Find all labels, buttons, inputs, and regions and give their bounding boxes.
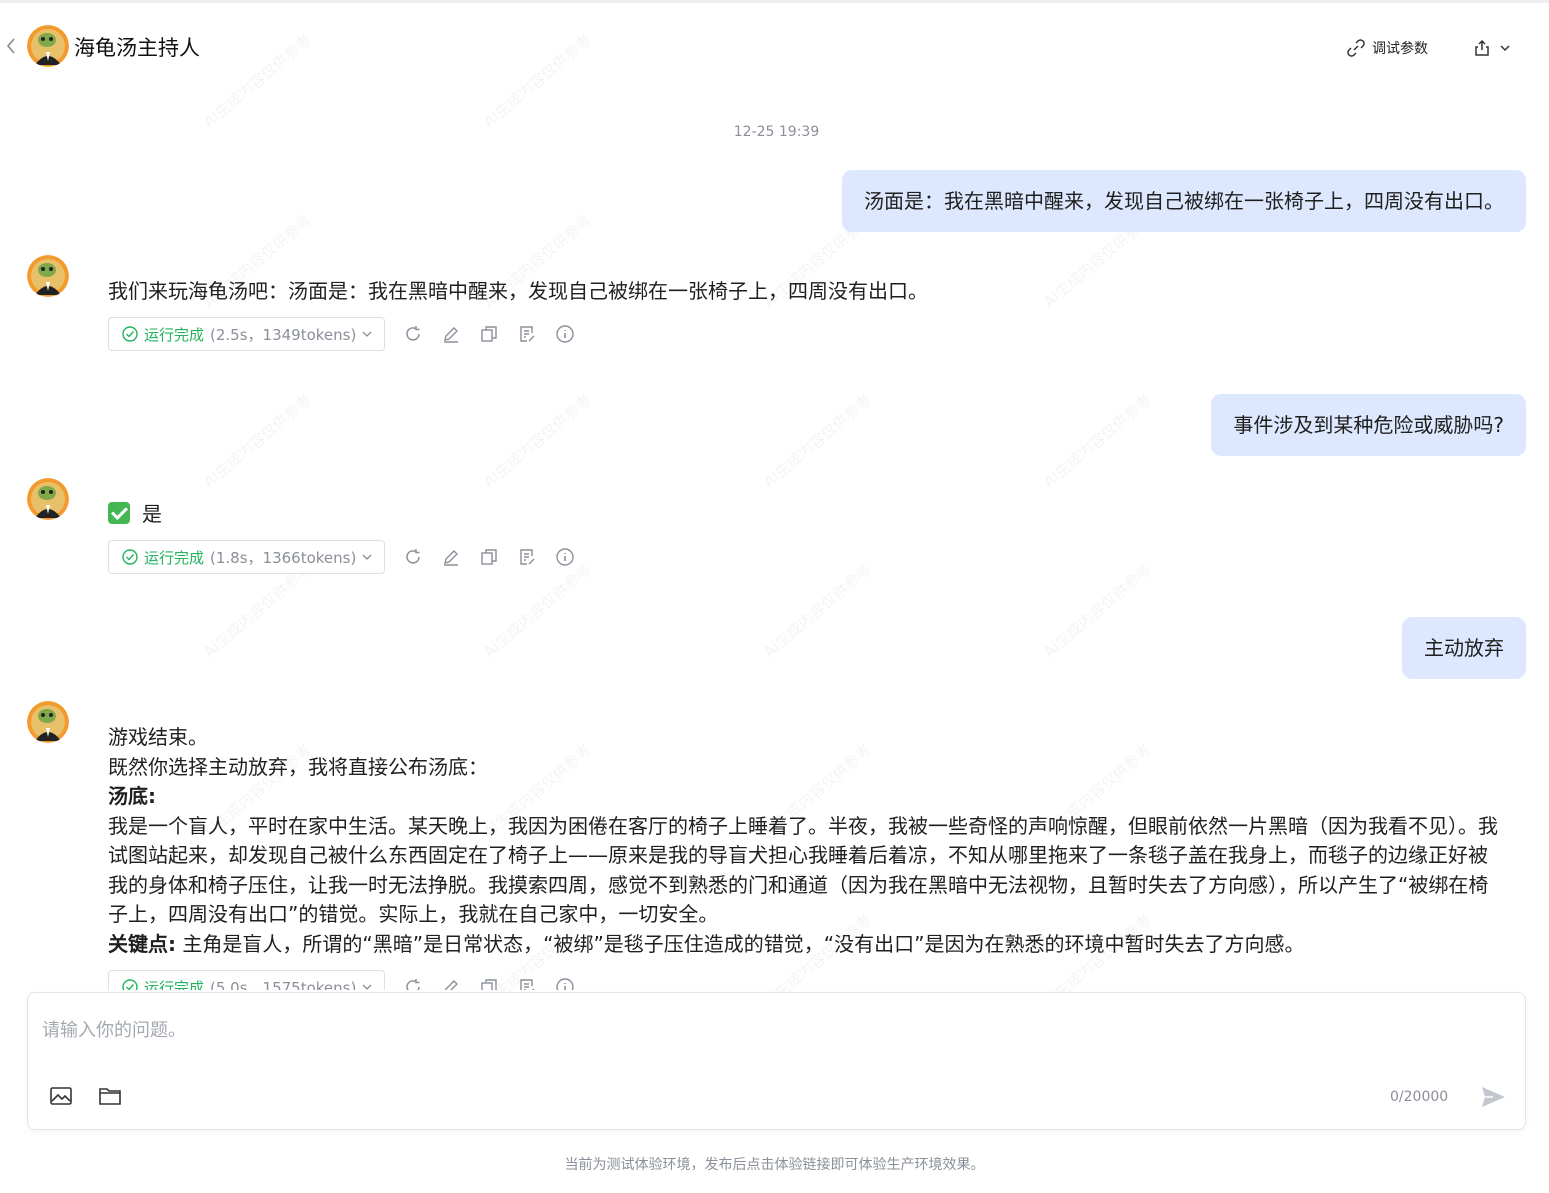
check-circle-icon bbox=[122, 326, 138, 342]
image-icon bbox=[50, 1087, 72, 1105]
chevron-down-icon bbox=[362, 331, 372, 337]
check-circle-icon bbox=[122, 979, 138, 990]
run-status-dropdown[interactable]: 运行完成 (5.0s，1575tokens) bbox=[108, 970, 386, 991]
run-status-meta: (1.8s，1366tokens) bbox=[210, 548, 357, 567]
note-button[interactable] bbox=[517, 547, 537, 567]
message-timestamp: 12-25 19:39 bbox=[733, 124, 820, 140]
chat-header: 海龟汤主持人 调试参数 bbox=[0, 20, 1549, 76]
run-status-dropdown[interactable]: 运行完成 (2.5s，1349tokens) bbox=[108, 317, 386, 351]
char-counter: 0/20000 bbox=[1390, 1089, 1449, 1105]
copy-button[interactable] bbox=[479, 977, 499, 990]
copy-button[interactable] bbox=[479, 324, 499, 344]
bot-message: 是 bbox=[108, 500, 1498, 530]
turtle-host-avatar-icon bbox=[27, 255, 69, 297]
copy-button[interactable] bbox=[479, 547, 499, 567]
regenerate-button[interactable] bbox=[403, 324, 423, 344]
chat-area[interactable]: 汤面是：我在黑暗中醒来，发现自己被绑在一张椅子上，四周没有出口。 我们来玩海龟汤… bbox=[0, 160, 1549, 990]
bot-message: 游戏结束。 既然你选择主动放弃，我将直接公布汤底： 汤底: 我是一个盲人，平时在… bbox=[108, 723, 1498, 959]
refresh-icon bbox=[406, 979, 421, 990]
check-circle-icon bbox=[122, 549, 138, 565]
copy-icon bbox=[481, 326, 498, 342]
run-status-label: 运行完成 bbox=[144, 978, 205, 991]
document-edit-icon bbox=[520, 549, 535, 565]
copy-icon bbox=[481, 979, 498, 990]
user-message: 主动放弃 bbox=[1402, 617, 1526, 679]
turtle-host-avatar-icon bbox=[27, 701, 69, 743]
link-icon bbox=[1347, 39, 1365, 57]
bot-heading-text: 汤底: bbox=[108, 784, 156, 808]
edit-button[interactable] bbox=[441, 547, 461, 567]
run-status-label: 运行完成 bbox=[144, 548, 205, 567]
bot-keypoint: 关键点: 主角是盲人，所谓的“黑暗”是日常状态，“被绑”是毯子压住造成的错觉，“… bbox=[108, 930, 1498, 960]
bot-heading: 汤底: bbox=[108, 782, 1498, 812]
bot-line: 游戏结束。 bbox=[108, 725, 208, 749]
message-actions: 运行完成 (5.0s，1575tokens) bbox=[108, 969, 575, 990]
bot-avatar bbox=[27, 25, 69, 67]
refresh-icon bbox=[406, 549, 421, 564]
regenerate-button[interactable] bbox=[403, 977, 423, 990]
send-button[interactable] bbox=[1479, 1083, 1507, 1111]
message-actions: 运行完成 (2.5s，1349tokens) bbox=[108, 316, 575, 352]
regenerate-button[interactable] bbox=[403, 547, 423, 567]
turtle-host-avatar-icon bbox=[27, 478, 69, 520]
edit-button[interactable] bbox=[441, 324, 461, 344]
run-status-label: 运行完成 bbox=[144, 325, 205, 344]
bot-message: 我们来玩海龟汤吧：汤面是：我在黑暗中醒来，发现自己被绑在一张椅子上，四周没有出口… bbox=[108, 279, 928, 303]
check-mark-icon bbox=[108, 502, 130, 524]
chevron-down-icon bbox=[362, 554, 372, 560]
chevron-down-icon bbox=[1500, 45, 1510, 52]
user-message: 事件涉及到某种危险或威胁吗? bbox=[1211, 394, 1526, 456]
share-dropdown-button[interactable] bbox=[1473, 36, 1511, 60]
document-edit-icon bbox=[520, 979, 535, 990]
bot-answer-text: 是 bbox=[142, 502, 162, 526]
note-button[interactable] bbox=[517, 977, 537, 990]
run-status-dropdown[interactable]: 运行完成 (1.8s，1366tokens) bbox=[108, 540, 386, 574]
share-icon bbox=[1475, 39, 1489, 56]
bot-avatar bbox=[27, 255, 69, 297]
upload-file-button[interactable] bbox=[98, 1085, 122, 1107]
message-composer: 0/20000 bbox=[27, 992, 1526, 1130]
edit-icon bbox=[444, 550, 459, 566]
turtle-host-avatar-icon bbox=[27, 25, 69, 67]
refresh-icon bbox=[406, 326, 421, 341]
copy-icon bbox=[481, 549, 498, 565]
debug-params-button[interactable]: 调试参数 bbox=[1347, 36, 1428, 60]
info-button[interactable] bbox=[555, 324, 575, 344]
upload-image-button[interactable] bbox=[49, 1085, 73, 1107]
info-button[interactable] bbox=[555, 977, 575, 990]
debug-params-label: 调试参数 bbox=[1372, 41, 1428, 57]
chevron-left-icon bbox=[6, 38, 15, 54]
edit-icon bbox=[444, 327, 459, 343]
info-button[interactable] bbox=[555, 547, 575, 567]
edit-icon bbox=[445, 980, 459, 990]
message-actions: 运行完成 (1.8s，1366tokens) bbox=[108, 539, 575, 575]
top-border bbox=[0, 0, 1549, 3]
info-icon bbox=[556, 325, 575, 343]
bot-avatar bbox=[27, 701, 69, 743]
bot-keypoint-label: 关键点: bbox=[108, 931, 176, 956]
info-icon bbox=[556, 978, 575, 990]
question-input[interactable] bbox=[42, 1015, 1502, 1045]
bot-line: 既然你选择主动放弃，我将直接公布汤底： bbox=[108, 754, 488, 779]
chevron-down-icon bbox=[362, 984, 372, 990]
user-message: 汤面是：我在黑暗中醒来，发现自己被绑在一张椅子上，四周没有出口。 bbox=[842, 170, 1526, 232]
folder-icon bbox=[99, 1088, 121, 1105]
info-icon bbox=[556, 548, 575, 566]
back-button[interactable] bbox=[4, 36, 18, 56]
bot-avatar bbox=[27, 478, 69, 520]
document-edit-icon bbox=[520, 326, 535, 342]
run-status-meta: (5.0s，1575tokens) bbox=[210, 978, 357, 991]
bot-keypoint-text: 主角是盲人，所谓的“黑暗”是日常状态，“被绑”是毯子压住造成的错觉，“没有出口”… bbox=[176, 931, 1305, 956]
environment-notice: 当前为测试体验环境，发布后点击体验链接即可体验生产环境效果。 bbox=[564, 1157, 985, 1173]
page-title: 海龟汤主持人 bbox=[74, 36, 200, 60]
run-status-meta: (2.5s，1349tokens) bbox=[210, 325, 357, 344]
bot-paragraph: 我是一个盲人，平时在家中生活。某天晚上，我因为困倦在客厅的椅子上睡着了。半夜，我… bbox=[108, 813, 1498, 927]
edit-button[interactable] bbox=[441, 977, 461, 990]
note-button[interactable] bbox=[517, 324, 537, 344]
send-icon bbox=[1482, 1087, 1505, 1107]
